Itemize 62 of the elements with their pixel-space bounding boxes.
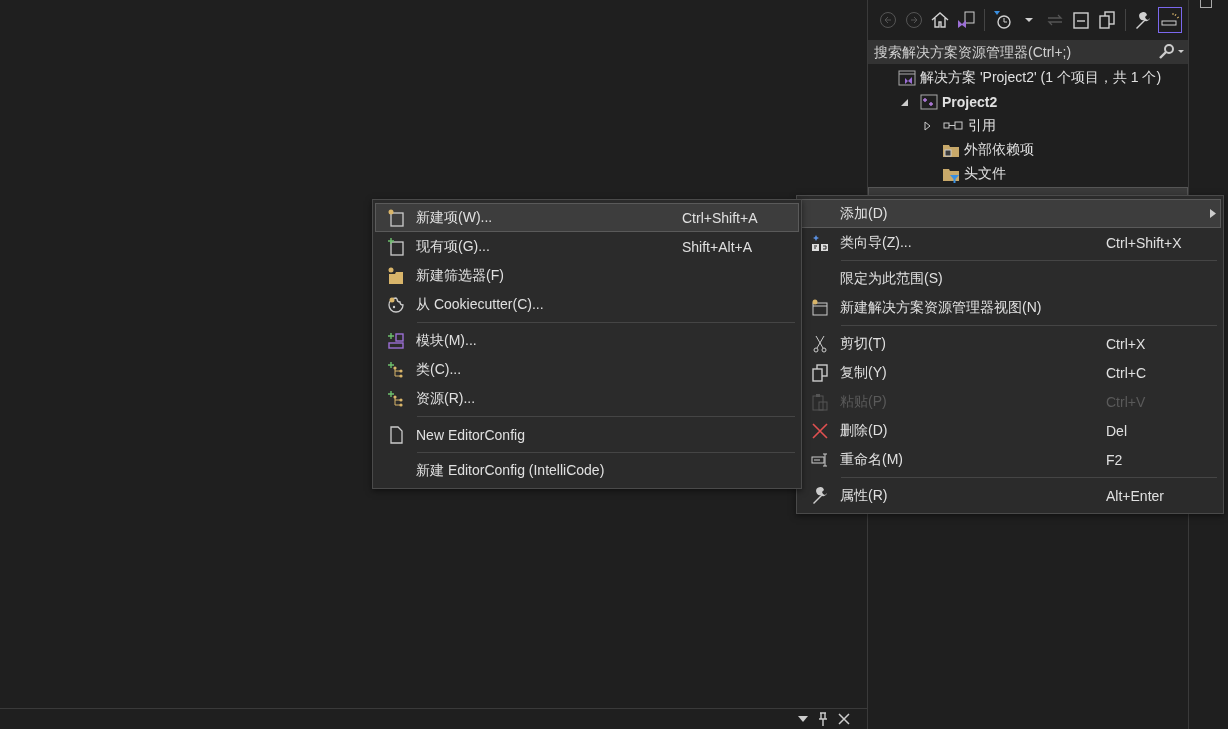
shortcut-text: Alt+Enter <box>1106 487 1165 504</box>
shortcut-text: Ctrl+Shift+A <box>682 209 759 226</box>
collapse-icon <box>1071 10 1091 30</box>
menu-item[interactable]: 类(C)... <box>375 355 799 384</box>
collapse-arrow-icon[interactable] <box>900 97 910 107</box>
dropdown-icon[interactable] <box>798 716 808 722</box>
menu-item[interactable]: 属性(R) Alt+Enter <box>799 481 1221 510</box>
menu-item[interactable]: 复制(Y) Ctrl+C <box>799 358 1221 387</box>
solution-icon <box>898 69 916 87</box>
shortcut-text: Del <box>1106 422 1128 439</box>
home-icon <box>930 10 950 30</box>
menu-item[interactable]: 模块(M)... <box>375 326 799 355</box>
menu-item[interactable]: 添加(D) <box>799 199 1221 228</box>
menu-item[interactable]: 删除(D) Del <box>799 416 1221 445</box>
search-field[interactable]: 搜索解决方案资源管理器(Ctrl+;) <box>868 40 1188 64</box>
menu-item[interactable]: 新建 EditorConfig (IntelliCode) <box>375 456 799 485</box>
caret-icon <box>1025 18 1033 22</box>
search-icon[interactable] <box>1158 44 1184 60</box>
menu-item[interactable]: 新建筛选器(F) <box>375 261 799 290</box>
class-icon <box>387 360 405 379</box>
shortcut-text: Ctrl+C <box>1106 364 1148 381</box>
menu-item[interactable]: 新建解决方案资源管理器视图(N) <box>799 293 1221 322</box>
menu-item[interactable]: 现有项(G)... Shift+Alt+A <box>375 232 799 261</box>
menu-item[interactable]: 资源(R)... <box>375 384 799 413</box>
menu-item[interactable]: New EditorConfig <box>375 420 799 449</box>
copy-icon <box>811 363 829 382</box>
rename-icon <box>811 450 829 469</box>
menu-item[interactable]: 从 Cookiecutter(C)... <box>375 290 799 319</box>
tree-item[interactable]: 解决方案 'Project2' (1 个项目，共 1 个) <box>868 66 1188 90</box>
cross-icon <box>811 421 829 440</box>
menu-item[interactable]: 新建项(W)... Ctrl+Shift+A <box>375 203 799 232</box>
tree-item[interactable]: 引用 <box>868 114 1188 138</box>
menu-item[interactable]: 重命名(M) F2 <box>799 445 1221 474</box>
tree-item[interactable]: 头文件 <box>868 162 1188 186</box>
palette-icon <box>387 295 405 314</box>
tree-item[interactable]: Project2 <box>868 90 1188 114</box>
shortcut-text: Ctrl+Shift+X <box>1106 234 1183 251</box>
wizard-icon <box>811 233 829 252</box>
scissors-icon <box>811 334 829 353</box>
shortcut-text: Shift+Alt+A <box>682 238 754 255</box>
new-window-icon <box>811 298 829 317</box>
menu-item[interactable]: 剪切(T) Ctrl+X <box>799 329 1221 358</box>
preview-button[interactable] <box>1158 7 1182 33</box>
new-item-icon <box>387 208 405 227</box>
clock-icon <box>993 10 1013 30</box>
window-logo-icon <box>956 10 976 30</box>
clipboard-icon <box>811 392 829 411</box>
class-icon <box>387 389 405 408</box>
tree-item[interactable]: 外部依赖项 <box>868 138 1188 162</box>
project-icon <box>920 93 938 111</box>
copies-icon <box>1097 10 1117 30</box>
close-icon[interactable] <box>838 713 850 725</box>
add-item-icon <box>387 237 405 256</box>
module-icon <box>387 331 405 350</box>
menu-item[interactable]: 限定为此范围(S) <box>799 264 1221 293</box>
menu-item[interactable]: 类向导(Z)... Ctrl+Shift+X <box>799 228 1221 257</box>
file-icon <box>387 425 405 444</box>
new-folder-icon <box>387 266 405 285</box>
expand-arrow-icon[interactable] <box>922 121 932 131</box>
pin-icon[interactable] <box>818 712 828 726</box>
shortcut-text: F2 <box>1106 451 1124 468</box>
shortcut-text: Ctrl+X <box>1106 335 1147 352</box>
